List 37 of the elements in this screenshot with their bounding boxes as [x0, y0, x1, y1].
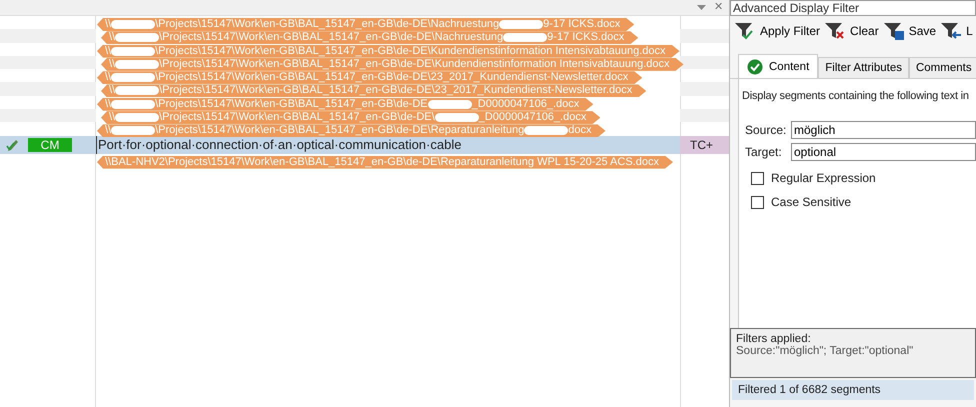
file-path-tag: \\ \Projects\15147\Work\en-GB\BAL_15147_en-GB\de-DE\Nachruestung 9-17 ICKS.docx: [97, 18, 634, 31]
file-path-tag: \\ \Projects\15147\Work\en-GB\BAL_15147_en-GB\de-DE _D0000047106_.docx: [97, 98, 594, 111]
pencil-check-icon: [6, 138, 20, 152]
filter-tab[interactable]: Content: [738, 54, 818, 78]
checkbox-label: Case Sensitive: [771, 195, 852, 209]
file-path-tag: \\BAL-NHV2\Projects\15147\Work\en-GB\BAL_15147_en-GB\de-DE\Reparaturanleitung WPL 15-20-25 ACS.docx: [97, 156, 673, 169]
checkbox[interactable]: [751, 196, 764, 208]
status-badge: CM: [28, 138, 72, 152]
match-status: TC+: [680, 136, 729, 154]
filter-tab[interactable]: Comments: [908, 57, 976, 78]
file-path-tag: \\ \Projects\15147\Work\en-GB\BAL_15147_en-GB\de-DE\23_2017_Kundendienst-Newsletter.docx: [97, 71, 642, 84]
filter-description: Display segments containing the following text in: [742, 90, 970, 102]
file-path-tag: \\ \Projects\15147\Work\en-GB\BAL_15147_en-GB\de-DE\Nachruestung 9-17 ICKS.docx: [101, 31, 638, 44]
close-button[interactable]: ✕: [714, 1, 723, 14]
load-filter-button[interactable]: L: [940, 21, 973, 41]
applied-title: Filters applied:: [736, 333, 812, 345]
status-bar: Filtered 1 of 6682 segments: [732, 380, 974, 400]
field-label: Target:: [745, 145, 783, 159]
file-path-tag: \\ \Projects\15147\Work\en-GB\BAL_15147_en-GB\de-DE\Kundendienstinformation Intensivabtauung.docx: [97, 44, 680, 58]
text-field[interactable]: optional: [791, 143, 976, 161]
checkbox[interactable]: [751, 172, 764, 184]
file-path-tag: \\ \Projects\15147\Work\en-GB\BAL_15147_en-GB\de-DE\23_2017_Kundendienst-Newsletter.docx: [101, 84, 646, 98]
file-path-tag: \\ \Projects\15147\Work\en-GB\BAL_15147_en-GB\de-DE\ _D0000047106_.docx: [101, 111, 600, 124]
save-filter-button[interactable]: Save: [882, 21, 936, 41]
target-segment-text[interactable]: Port·for·optional·connection·of·an·optical·communication·cable: [96, 136, 680, 154]
panel-title: Advanced Display Filter: [730, 0, 976, 16]
filter-tab[interactable]: Filter Attributes: [818, 57, 909, 78]
apply-filter-button[interactable]: Apply Filter: [734, 21, 820, 41]
applied-filters-text: Source:"möglich"; Target:"optional": [736, 345, 914, 357]
check-circle-icon: [747, 58, 763, 74]
text-field[interactable]: möglich: [791, 121, 976, 139]
field-label: Source:: [745, 123, 788, 137]
clear-filter-button[interactable]: Clear: [824, 21, 879, 41]
checkbox-label: Regular Expression: [771, 171, 876, 185]
file-path-tag: \\ \Projects\15147\Work\en-GB\BAL_15147_en-GB\de-DE\Reparaturanleitung docx: [97, 124, 606, 138]
dropdown-icon[interactable]: [697, 5, 706, 10]
file-path-tag: \\ \Projects\15147\Work\en-GB\BAL_15147_en-GB\de-DE\Kundendienstinformation Intensivabtauung.docx: [101, 58, 684, 71]
